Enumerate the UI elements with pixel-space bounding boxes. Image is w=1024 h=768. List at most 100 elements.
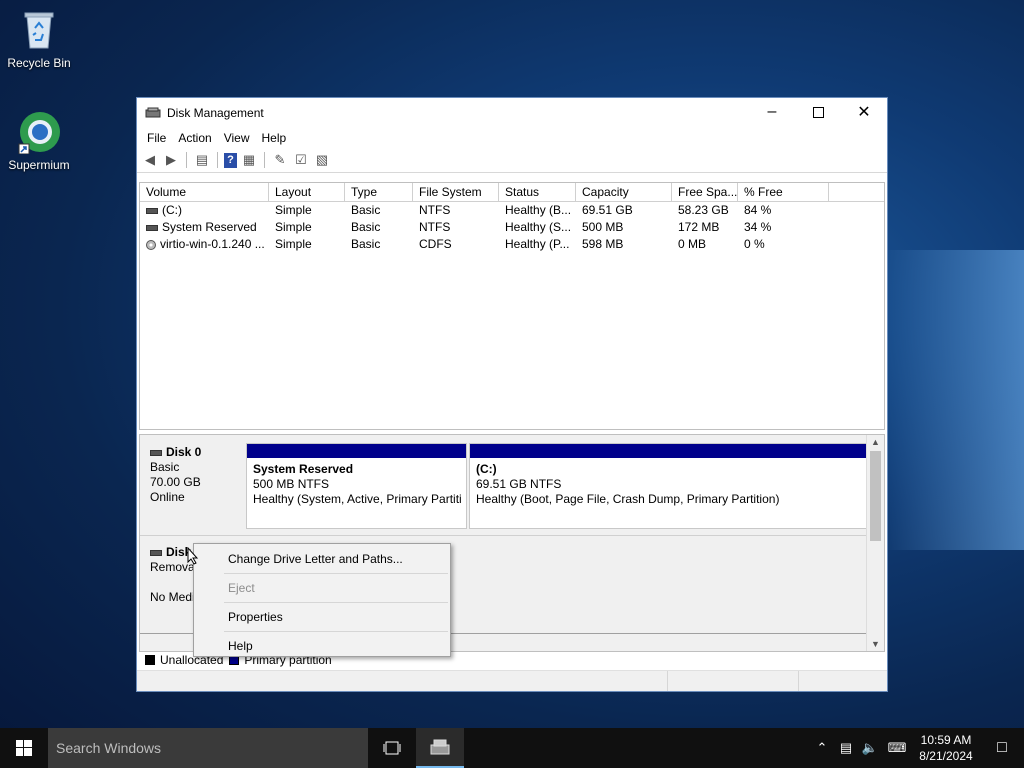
back-arrow-icon[interactable]: ◀ (141, 151, 159, 169)
partition-status: Healthy (System, Active, Primary Partiti (253, 492, 462, 506)
keyboard-icon[interactable]: ⌨ (882, 740, 912, 756)
volume-muted-icon[interactable]: 🔈 (858, 740, 882, 756)
show-hide-console-tree-icon[interactable]: ▤ (193, 151, 211, 169)
primary-partition-bar (470, 444, 868, 458)
start-button[interactable] (0, 728, 48, 768)
partition-c[interactable]: (C:) 69.51 GB NTFS Healthy (Boot, Page F… (469, 443, 869, 529)
volume-capacity: 69.51 GB (582, 203, 633, 217)
primary-partition-bar (247, 444, 466, 458)
toolbar: ◀ ▶ ▤ ? ▦ ✎ ☑ ▧ (137, 148, 887, 173)
task-view-button[interactable] (368, 728, 416, 768)
volume-status: Healthy (P... (505, 237, 570, 251)
desktop-icon-label: Recycle Bin (7, 56, 71, 70)
volume-file-system: CDFS (419, 237, 452, 251)
toolbar-separator (264, 152, 265, 168)
disk-0-size: 70.00 GB (150, 475, 201, 489)
disk-0-label[interactable]: Disk 0 Basic 70.00 GB Online (142, 439, 242, 535)
volume-type: Basic (351, 203, 381, 217)
partition-system-reserved[interactable]: System Reserved 500 MB NTFS Healthy (Sys… (246, 443, 467, 529)
column-header-free-space[interactable]: Free Spa... (672, 183, 738, 201)
window-title: Disk Management (167, 106, 264, 120)
partition-size: 500 MB NTFS (253, 477, 330, 491)
disk-view-scrollbar[interactable]: ▲ ▼ (866, 435, 884, 651)
network-icon[interactable]: ▤ (834, 740, 858, 756)
status-pane (137, 671, 668, 691)
column-header-layout[interactable]: Layout (269, 183, 345, 201)
scroll-up-icon[interactable]: ▲ (867, 437, 884, 447)
disk-0-name: Disk 0 (166, 445, 202, 459)
table-row[interactable]: System Reserved Simple Basic NTFS Health… (140, 219, 884, 236)
volume-type: Basic (351, 220, 381, 234)
volume-file-system: NTFS (419, 220, 451, 234)
toolbar-separator (217, 152, 218, 168)
menu-item-properties[interactable]: Properties (194, 604, 450, 630)
clock-date: 8/21/2024 (919, 749, 973, 763)
search-placeholder: Search Windows (56, 740, 162, 756)
menu-help[interactable]: Help (256, 131, 293, 145)
volume-layout: Simple (275, 203, 312, 217)
check-icon[interactable]: ☑ (292, 151, 310, 169)
cd-drive-icon (146, 239, 156, 250)
connect-virtual-disk-icon[interactable]: ✎ (271, 151, 289, 169)
status-pane (799, 671, 887, 691)
maximize-button[interactable] (795, 98, 841, 126)
disk-0-kind: Basic (150, 460, 180, 474)
show-hide-action-pane-icon[interactable]: ▦ (240, 151, 258, 169)
hard-drive-icon (146, 207, 158, 214)
desktop-icon-supermium[interactable]: Supermium (1, 110, 77, 172)
mouse-cursor-icon (187, 546, 199, 570)
desktop-icon-recycle-bin[interactable]: Recycle Bin (1, 8, 77, 70)
toolbar-separator (186, 152, 187, 168)
search-box[interactable]: Search Windows (48, 728, 368, 768)
notifications-icon[interactable]: □ (980, 739, 1024, 757)
volume-free-space: 58.23 GB (678, 203, 729, 217)
column-header-status[interactable]: Status (499, 183, 576, 201)
column-header-percent-free[interactable]: % Free (738, 183, 829, 201)
menu-item-help[interactable]: Help (194, 633, 450, 659)
menu-item-change-drive-letter[interactable]: Change Drive Letter and Paths... (194, 546, 450, 572)
desktop-icon-label: Supermium (8, 158, 70, 172)
minimize-button[interactable]: – (749, 98, 795, 126)
column-header-capacity[interactable]: Capacity (576, 183, 672, 201)
volume-free-space: 172 MB (678, 220, 720, 234)
disk-management-icon (430, 739, 450, 755)
properties-icon[interactable]: ▧ (313, 151, 331, 169)
windows-logo-icon (16, 740, 32, 756)
menu-action[interactable]: Action (172, 131, 217, 145)
context-menu: Change Drive Letter and Paths... Eject P… (193, 543, 451, 657)
table-row[interactable]: virtio-win-0.1.240 ... Simple Basic CDFS… (140, 236, 884, 253)
taskbar: Search Windows ⌃ ▤ 🔈 ⌨ 10:59 AM 8/21/202… (0, 728, 1024, 768)
volume-percent-free: 34 % (744, 220, 772, 234)
volume-status: Healthy (B... (505, 203, 572, 217)
recycle-bin-icon (17, 8, 61, 52)
volume-capacity: 500 MB (582, 220, 624, 234)
task-view-icon (383, 741, 401, 755)
chevron-up-icon[interactable]: ⌃ (810, 740, 834, 756)
table-row[interactable]: (C:) Simple Basic NTFS Healthy (B... 69.… (140, 202, 884, 219)
menu-file[interactable]: File (141, 131, 172, 145)
volume-layout: Simple (275, 237, 312, 251)
menu-view[interactable]: View (218, 131, 256, 145)
column-header-type[interactable]: Type (345, 183, 413, 201)
volume-type: Basic (351, 237, 381, 251)
partition-name: System Reserved (253, 462, 354, 476)
menu-item-eject: Eject (228, 581, 255, 595)
clock[interactable]: 10:59 AM 8/21/2024 (912, 732, 980, 764)
column-header-volume[interactable]: Volume (140, 183, 269, 201)
forward-arrow-icon[interactable]: ▶ (162, 151, 180, 169)
windows-logo-glow (880, 250, 1024, 550)
volume-free-space: 0 MB (678, 237, 707, 251)
close-button[interactable]: ✕ (841, 98, 887, 126)
volume-status: Healthy (S... (505, 220, 572, 234)
partition-size: 69.51 GB NTFS (476, 477, 562, 491)
taskbar-disk-management[interactable] (416, 728, 464, 768)
scrollbar-thumb[interactable] (870, 451, 881, 541)
help-icon[interactable]: ? (224, 152, 237, 168)
disk-management-icon (145, 107, 161, 119)
clock-time: 10:59 AM (920, 733, 972, 747)
scroll-down-icon[interactable]: ▼ (867, 639, 884, 649)
volume-file-system: NTFS (419, 203, 451, 217)
title-bar[interactable]: Disk Management – ✕ (137, 98, 887, 128)
column-header-file-system[interactable]: File System (413, 183, 499, 201)
disk-0-state: Online (150, 490, 185, 504)
